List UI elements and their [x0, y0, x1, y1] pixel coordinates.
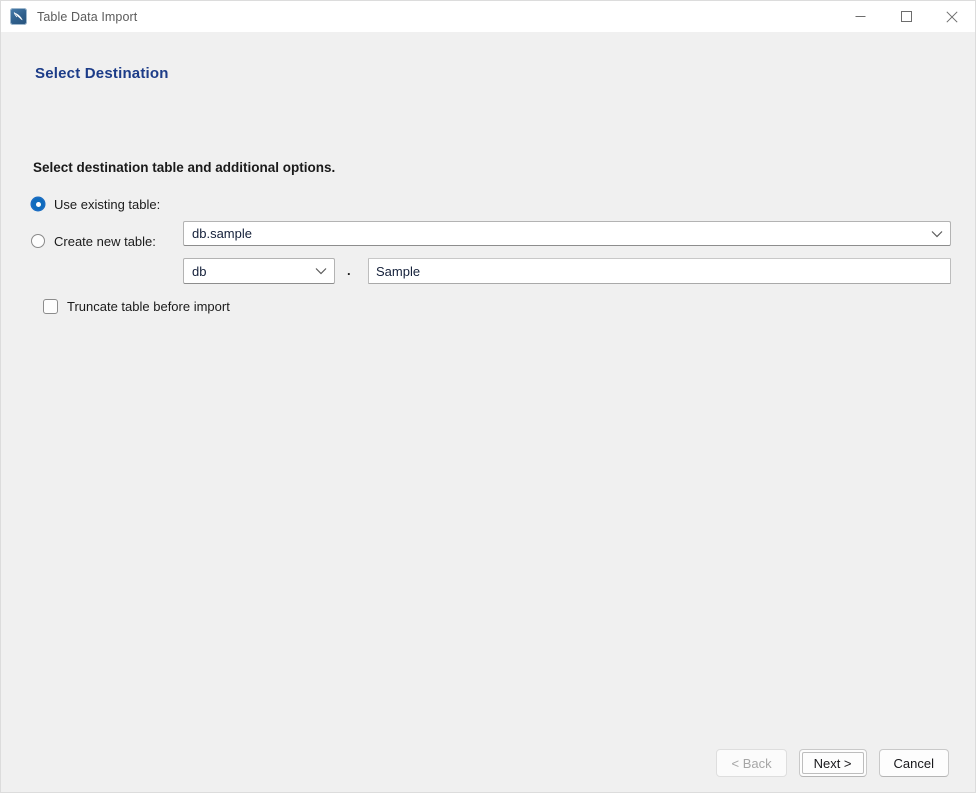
cancel-button[interactable]: Cancel — [878, 749, 949, 777]
mysql-workbench-dolphin-icon — [10, 8, 27, 25]
radio-create-new-table[interactable] — [31, 234, 45, 248]
new-table-name-input[interactable] — [368, 258, 951, 284]
section-instruction: Select destination table and additional … — [33, 160, 336, 175]
truncate-table-option[interactable]: Truncate table before import — [43, 295, 230, 317]
schema-select[interactable]: db — [183, 258, 335, 284]
title-bar-left: Table Data Import — [1, 8, 137, 25]
minimize-icon[interactable] — [837, 1, 883, 32]
page-title: Select Destination — [35, 65, 169, 82]
truncate-table-label: Truncate table before import — [67, 298, 230, 314]
create-new-table-option[interactable]: Create new table: — [31, 229, 156, 253]
window-title: Table Data Import — [37, 9, 138, 24]
use-existing-table-label: Use existing table: — [54, 196, 161, 212]
window-controls — [837, 1, 975, 32]
table-data-import-window: Table Data Import Select Destination Sel… — [0, 0, 976, 793]
schema-value: db — [192, 263, 207, 279]
close-icon[interactable] — [929, 1, 975, 32]
checkbox-truncate-table[interactable] — [43, 298, 58, 314]
back-button[interactable]: < Back — [716, 749, 787, 777]
chevron-down-icon[interactable] — [308, 267, 334, 275]
next-button[interactable]: Next > — [798, 749, 867, 777]
title-bar: Table Data Import — [1, 1, 975, 32]
create-new-table-label: Create new table: — [54, 233, 156, 249]
existing-table-select[interactable]: db.sample — [183, 221, 951, 246]
maximize-icon[interactable] — [883, 1, 929, 32]
wizard-footer: < Back Next > Cancel — [716, 749, 949, 777]
use-existing-table-option[interactable]: Use existing table: — [31, 192, 160, 216]
existing-table-value: db.sample — [192, 226, 252, 241]
chevron-down-icon[interactable] — [924, 230, 950, 238]
radio-use-existing-table[interactable] — [31, 197, 45, 211]
wizard-content: Select Destination Select destination ta… — [1, 32, 975, 792]
schema-table-separator: . — [347, 263, 351, 278]
